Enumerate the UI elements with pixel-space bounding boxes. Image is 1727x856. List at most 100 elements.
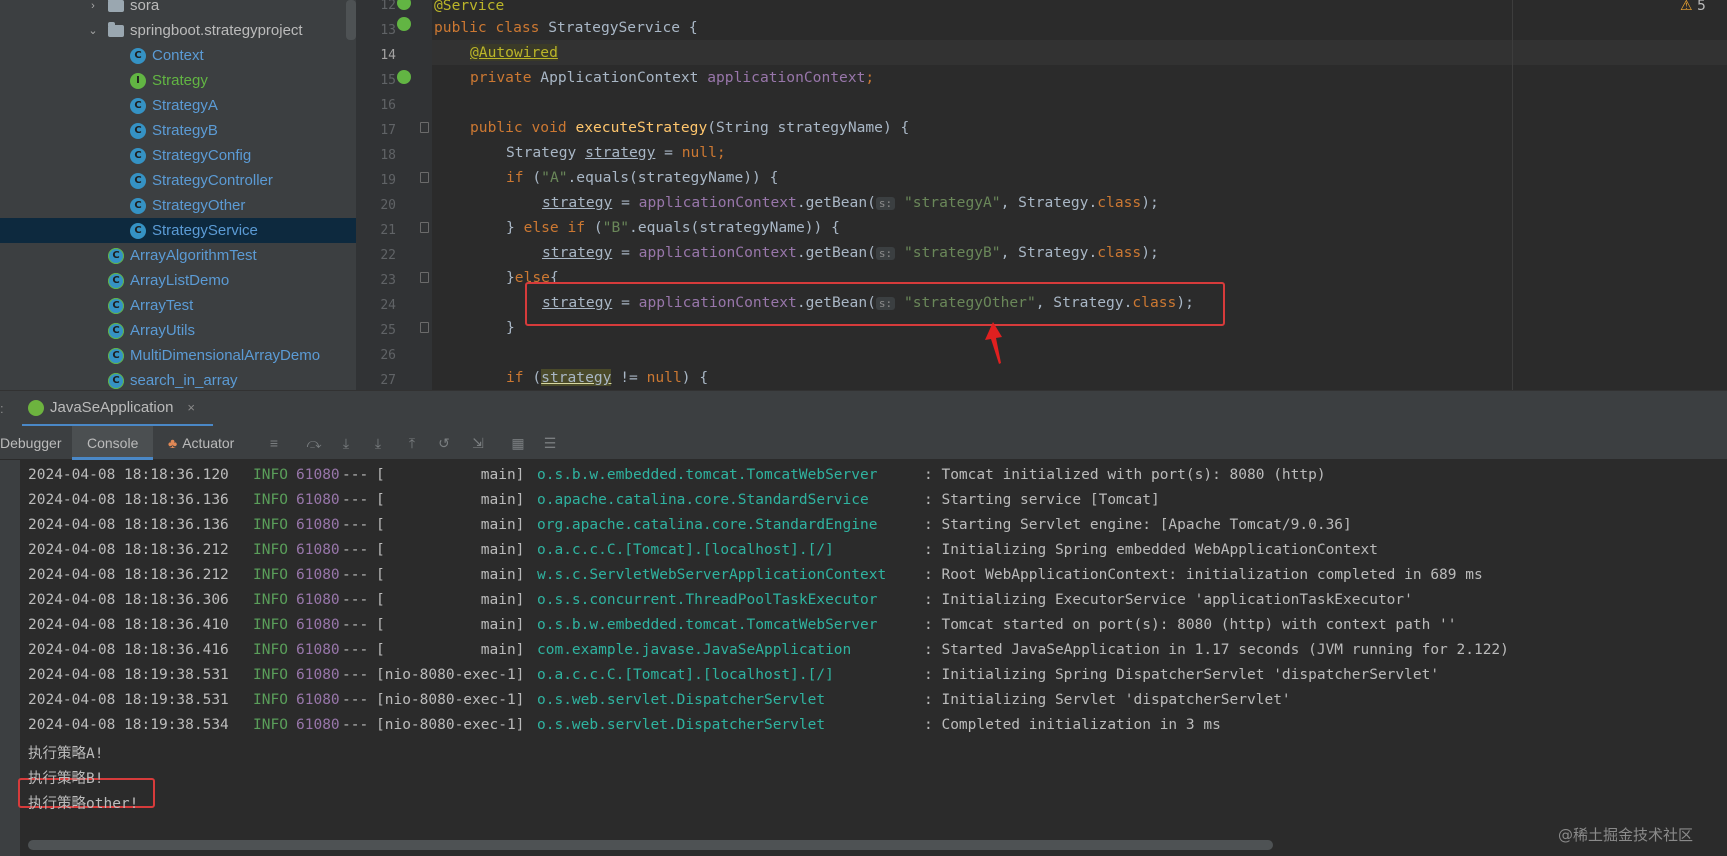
bean-icon[interactable]: [397, 17, 411, 31]
close-icon[interactable]: ×: [187, 400, 195, 415]
tree-item-label: StrategyA: [152, 97, 218, 114]
step-over-icon[interactable]: ⤓: [338, 435, 354, 451]
tree-item[interactable]: I Strategy: [0, 68, 356, 93]
tree-scrollbar[interactable]: [346, 0, 356, 40]
fold-icon[interactable]: [420, 272, 429, 283]
trace-icon[interactable]: ☰: [542, 435, 558, 451]
tree-item-label: springboot.strategyproject: [130, 22, 303, 39]
log-ts: 2024-04-08 18:19:38.531: [28, 692, 229, 708]
tab-actuator[interactable]: ♣ Actuator: [168, 426, 234, 460]
code-token: private: [470, 69, 541, 86]
tab-console[interactable]: Console: [72, 426, 154, 460]
class-icon: C: [108, 247, 124, 264]
line-number: 26: [380, 348, 396, 363]
watermark: @稀土掘金技术社区: [1557, 826, 1693, 844]
code-editor[interactable]: @Service public class StrategyService { …: [432, 0, 1727, 390]
log-thread: [ main]: [376, 542, 525, 558]
inspection-widget[interactable]: ⚠ 5: [1680, 0, 1706, 14]
tree-item[interactable]: C ArrayListDemo: [0, 268, 356, 293]
tree-item[interactable]: C StrategyOther: [0, 193, 356, 218]
log-msg: : Starting service [Tomcat]: [924, 492, 1160, 508]
tree-item-label: Context: [152, 47, 204, 64]
fold-icon[interactable]: [420, 172, 429, 183]
tree-item[interactable]: C Context: [0, 43, 356, 68]
code-token: public void: [470, 119, 576, 136]
tree-item-label: StrategyController: [152, 172, 273, 189]
code-token: "strategyA": [903, 194, 1001, 211]
log-pid: 61080: [296, 542, 340, 558]
log-level: INFO: [253, 717, 288, 733]
log-sep: ---: [342, 617, 369, 633]
log-logger: o.apache.catalina.core.StandardService: [537, 492, 869, 508]
code-token: strategy: [542, 194, 613, 211]
code-token: if: [506, 169, 533, 186]
chevron-right-icon[interactable]: ›: [86, 0, 100, 12]
code-line-15: private ApplicationContext applicationCo…: [470, 65, 874, 90]
console-output[interactable]: @稀土掘金技术社区 2024-04-08 18:18:36.120 INFO 610…: [0, 460, 1727, 856]
tree-item-label: ArrayAlgorithmTest: [130, 247, 257, 264]
tab-debugger[interactable]: Debugger: [0, 426, 62, 460]
step-into-icon[interactable]: ⤓: [370, 435, 386, 451]
evaluate-expression-icon[interactable]: ▦: [510, 435, 526, 451]
fold-icon[interactable]: [420, 322, 429, 333]
code-token: (: [532, 369, 542, 386]
log-msg: : Tomcat initialized with port(s): 8080 …: [924, 467, 1326, 483]
tree-item[interactable]: C MultiDimensionalArrayDemo: [0, 343, 356, 368]
horizontal-scrollbar[interactable]: [28, 840, 1273, 850]
log-logger: o.s.s.concurrent.ThreadPoolTaskExecutor: [537, 592, 878, 608]
code-line-19: if ("A".equals(strategyName)) {: [506, 165, 778, 190]
code-token: }: [506, 319, 515, 336]
log-pid: 61080: [296, 492, 340, 508]
code-line-25: }: [506, 315, 515, 340]
tree-item[interactable]: C StrategyConfig: [0, 143, 356, 168]
menu-icon[interactable]: ≡: [266, 435, 282, 451]
log-logger: o.s.b.w.embedded.tomcat.TomcatWebServer: [537, 467, 878, 483]
tree-item[interactable]: › sora: [0, 0, 356, 18]
class-icon: C: [108, 322, 124, 339]
tree-item[interactable]: C ArrayUtils: [0, 318, 356, 343]
log-sep: ---: [342, 717, 369, 733]
chevron-down-icon[interactable]: ⌄: [86, 24, 100, 37]
step-out-icon[interactable]: ⤒: [404, 435, 420, 451]
tree-item[interactable]: Csearch_in_array: [0, 368, 356, 390]
tree-item[interactable]: C ArrayAlgorithmTest: [0, 243, 356, 268]
log-level: INFO: [253, 642, 288, 658]
log-logger: o.s.web.servlet.DispatcherServlet: [537, 692, 826, 708]
log-thread: [ main]: [376, 517, 525, 533]
tree-item[interactable]: C StrategyA: [0, 93, 356, 118]
line-number: 25: [380, 323, 396, 338]
tree-item[interactable]: C StrategyController: [0, 168, 356, 193]
log-level: INFO: [253, 617, 288, 633]
bean-icon[interactable]: [397, 70, 411, 84]
package-folder-icon: [108, 21, 124, 37]
fold-icon[interactable]: [420, 122, 429, 133]
tree-item[interactable]: C ArrayTest: [0, 293, 356, 318]
class-icon: C: [130, 97, 146, 114]
tree-item[interactable]: C StrategyB: [0, 118, 356, 143]
code-token: ;: [716, 144, 726, 161]
log-line: 2024-04-08 18:18:36.416 INFO 61080 --- [ mai…: [28, 638, 1509, 663]
line-number: 15: [380, 73, 396, 88]
tree-item[interactable]: C StrategyService: [0, 218, 356, 243]
run-config-tab[interactable]: JavaSeApplication ×: [22, 391, 214, 427]
log-ts: 2024-04-08 18:18:36.306: [28, 592, 229, 608]
log-logger: w.s.c.ServletWebServerApplicationContext: [537, 567, 887, 583]
log-pid: 61080: [296, 567, 340, 583]
fold-icon[interactable]: [420, 222, 429, 233]
tree-item-label: sora: [130, 0, 160, 14]
tree-item[interactable]: ⌄ springboot.strategyproject: [0, 18, 356, 43]
run-to-cursor-icon[interactable]: ⇲: [470, 435, 486, 451]
bean-icon[interactable]: [397, 0, 411, 10]
log-ts: 2024-04-08 18:19:38.531: [28, 667, 229, 683]
class-icon: C: [130, 172, 146, 189]
drop-frame-icon[interactable]: ↺: [436, 435, 452, 451]
code-token: (String strategyName) {: [707, 119, 910, 136]
show-execution-point-icon[interactable]: ⤼: [306, 435, 322, 451]
log-level: INFO: [253, 567, 288, 583]
log-msg: : Initializing Spring embedded WebApplic…: [924, 542, 1378, 558]
program-output-line: 执行策略B!: [28, 771, 104, 787]
log-thread: [nio-8080-exec-1]: [376, 692, 525, 708]
log-line: 2024-04-08 18:18:36.212 INFO 61080 --- [ mai…: [28, 563, 1483, 588]
log-msg: : Initializing ExecutorService 'applicat…: [924, 592, 1413, 608]
code-token: class: [1097, 244, 1142, 261]
